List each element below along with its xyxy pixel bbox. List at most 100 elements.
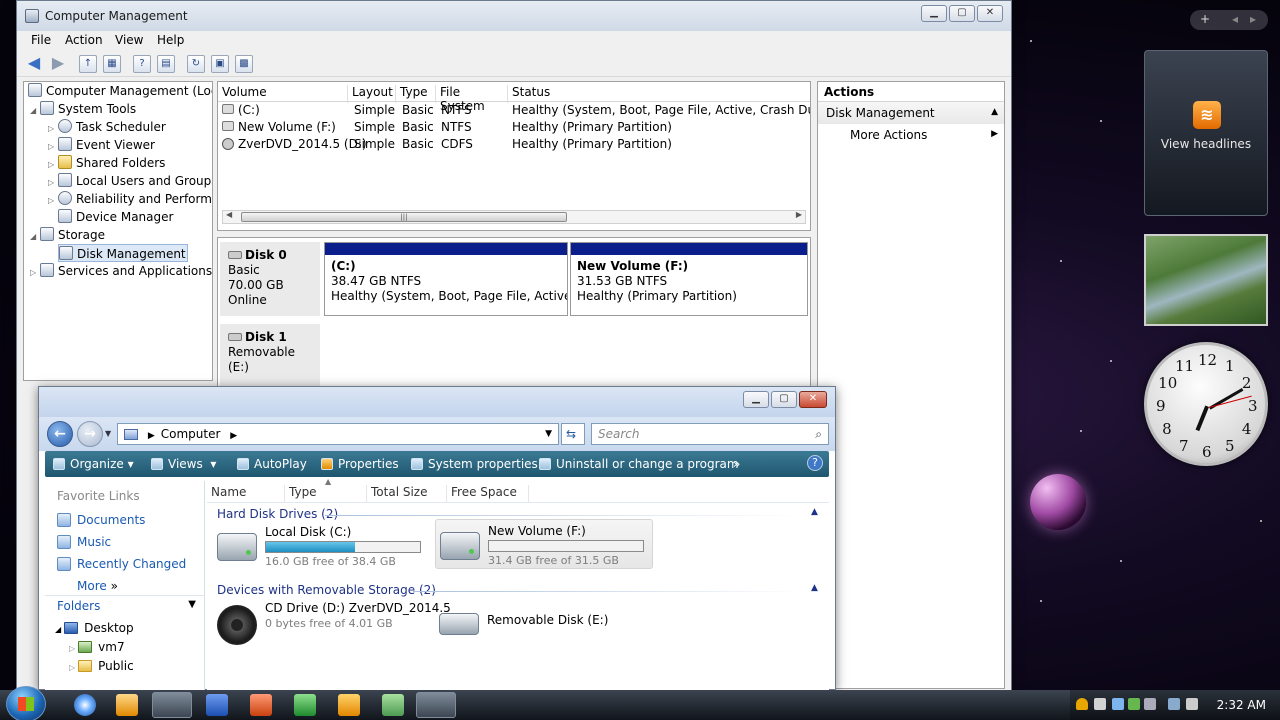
collapse-caret-icon[interactable]: ▲ [991, 107, 998, 117]
more-commands-chevron-icon[interactable]: » [733, 457, 740, 471]
breadcrumb-arrow-icon[interactable]: ▶ [148, 431, 155, 441]
folder-public[interactable]: ▷ Public [69, 659, 134, 673]
expand-arrow-icon[interactable]: ▷ [48, 192, 58, 210]
scroll-right-icon[interactable]: ▶ [796, 210, 802, 219]
properties-button[interactable]: Properties [321, 457, 399, 471]
group-removable-storage[interactable]: Devices with Removable Storage (2) [217, 583, 436, 597]
search-input[interactable]: Search ⌕ [591, 423, 829, 445]
tree-reliability[interactable]: ▷ Reliability and Performa [48, 190, 212, 210]
column-total-size[interactable]: Total Size [367, 485, 447, 503]
help-icon[interactable]: ? [133, 55, 151, 73]
menu-view[interactable]: View [115, 33, 143, 47]
partition-f[interactable]: New Volume (F:) 31.53 GB NTFS Healthy (P… [570, 242, 808, 316]
properties-icon[interactable]: ▣ [211, 55, 229, 73]
back-button[interactable]: ← [47, 421, 73, 447]
close-button[interactable]: ✕ [977, 5, 1003, 22]
start-button[interactable] [6, 686, 46, 720]
collapse-arrow-icon[interactable]: ◢ [55, 625, 61, 634]
forward-arrow-icon[interactable]: ▶ [49, 55, 67, 73]
scroll-left-icon[interactable]: ◀ [226, 210, 232, 219]
refresh-icon[interactable]: ↻ [187, 55, 205, 73]
column-volume[interactable]: Volume [218, 85, 348, 103]
menu-help[interactable]: Help [157, 33, 184, 47]
maximize-button[interactable]: ▢ [771, 391, 797, 408]
explorer-title-bar[interactable]: ▁ ▢ ✕ [39, 387, 835, 417]
tree-device-manager[interactable]: Device Manager [58, 208, 173, 226]
group-hard-disk-drives[interactable]: Hard Disk Drives (2) [217, 507, 338, 521]
outlook-icon[interactable] [338, 694, 360, 716]
system-properties-button[interactable]: System properties [411, 457, 538, 471]
security-shield-icon[interactable] [1076, 698, 1088, 710]
uninstall-program-button[interactable]: Uninstall or change a program [539, 457, 739, 471]
tree-shared-folders[interactable]: ▷ Shared Folders [48, 154, 165, 172]
close-button[interactable]: ✕ [799, 391, 827, 408]
tree-disk-management[interactable]: Disk Management [58, 244, 188, 262]
network-app-icon[interactable] [382, 694, 404, 716]
display-icon[interactable] [1112, 698, 1124, 710]
folder-vm7[interactable]: ▷ vm7 [69, 640, 125, 654]
organize-button[interactable]: Organize ▾ [53, 457, 134, 471]
network-icon[interactable] [1144, 698, 1156, 710]
add-gadget-icon[interactable]: + [1200, 12, 1210, 26]
favorite-recently-changed[interactable]: Recently Changed [57, 557, 186, 571]
disk-1-label[interactable]: Disk 1 Removable (E:) No Media [220, 324, 320, 386]
search-icon[interactable]: ⌕ [815, 424, 822, 444]
previous-icon[interactable]: ◂ [1232, 12, 1238, 26]
collapse-arrow-icon[interactable]: ◢ [30, 102, 40, 120]
next-icon[interactable]: ▸ [1250, 12, 1256, 26]
actions-section-disk-management[interactable]: Disk Management ▲ [818, 102, 1004, 124]
tree-root[interactable]: Computer Management (Local [28, 82, 212, 100]
disk-0-label[interactable]: Disk 0 Basic 70.00 GB Online [220, 242, 320, 316]
drive-local-disk-c[interactable]: Local Disk (C:) 16.0 GB free of 38.4 GB [213, 523, 431, 571]
minimize-button[interactable]: ▁ [743, 391, 769, 408]
clock-gadget[interactable]: 12 1 2 3 4 5 6 7 8 9 10 11 [1144, 342, 1268, 466]
tree-event-viewer[interactable]: ▷ Event Viewer [48, 136, 155, 154]
menu-action[interactable]: Action [65, 33, 103, 47]
column-file-system[interactable]: File System [436, 85, 508, 113]
more-actions-item[interactable]: More Actions ▶ [818, 124, 1004, 146]
tree-task-scheduler[interactable]: ▷ Task Scheduler [48, 118, 166, 136]
show-hide-action-pane-icon[interactable]: ▤ [157, 55, 175, 73]
menu-file[interactable]: File [31, 33, 51, 47]
computer-management-taskbar-button[interactable] [152, 692, 192, 718]
folders-title[interactable]: Folders [57, 599, 100, 613]
maximize-button[interactable]: ▢ [949, 5, 975, 22]
address-input[interactable]: ▶ Computer ▶ ▼ [117, 423, 559, 445]
autoplay-button[interactable]: AutoPlay [237, 457, 307, 471]
forward-button[interactable]: → [77, 421, 103, 447]
table-row[interactable]: (C:) Simple Basic NTFS Healthy (System, … [218, 103, 810, 120]
scrollbar-thumb[interactable]: ||| [241, 212, 567, 222]
slideshow-gadget[interactable] [1144, 234, 1268, 326]
word-icon[interactable] [206, 694, 228, 716]
clock-time[interactable]: 2:32 AM [1217, 698, 1266, 712]
back-arrow-icon[interactable]: ◀ [25, 55, 43, 73]
breadcrumb-arrow-icon[interactable]: ▶ [230, 431, 237, 441]
folder-desktop[interactable]: ◢ Desktop [55, 621, 134, 635]
column-name[interactable]: Name [207, 485, 285, 503]
volume-muted-icon[interactable] [1186, 698, 1198, 710]
group-collapse-icon[interactable]: ▲ [811, 583, 818, 593]
tree-local-users[interactable]: ▷ Local Users and Groups [48, 172, 212, 190]
minimize-button[interactable]: ▁ [921, 5, 947, 22]
collapse-arrow-icon[interactable]: ◢ [30, 228, 40, 246]
refresh-icon[interactable]: ⇆ [561, 423, 585, 445]
help-icon[interactable]: ? [807, 455, 823, 471]
favorite-documents[interactable]: Documents [57, 513, 145, 527]
powerpoint-icon[interactable] [250, 694, 272, 716]
media-player-icon[interactable] [116, 694, 138, 716]
explorer-taskbar-button[interactable] [416, 692, 456, 718]
up-folder-icon[interactable]: ↑ [79, 55, 97, 73]
favorite-music[interactable]: Music [57, 535, 111, 549]
table-row[interactable]: New Volume (F:) Simple Basic NTFS Health… [218, 120, 810, 137]
horizontal-scrollbar[interactable]: ◀ ||| ▶ [222, 210, 806, 224]
tree-services[interactable]: ▷ Services and Applications [30, 262, 212, 280]
drive-new-volume-f[interactable]: New Volume (F:) 31.4 GB free of 31.5 GB [435, 519, 653, 569]
feed-headlines-gadget[interactable]: ≋ View headlines [1144, 50, 1268, 216]
group-collapse-icon[interactable]: ▲ [811, 507, 818, 517]
recent-pages-icon[interactable]: ▼ [105, 429, 111, 438]
drive-removable-e[interactable]: Removable Disk (E:) [435, 599, 653, 647]
show-hide-tree-icon[interactable]: ▦ [103, 55, 121, 73]
drive-cd-d[interactable]: CD Drive (D:) ZverDVD_2014.5 0 bytes fre… [213, 599, 451, 647]
views-button[interactable]: Views ▾ [151, 457, 216, 471]
partition-c[interactable]: (C:) 38.47 GB NTFS Healthy (System, Boot… [324, 242, 568, 316]
